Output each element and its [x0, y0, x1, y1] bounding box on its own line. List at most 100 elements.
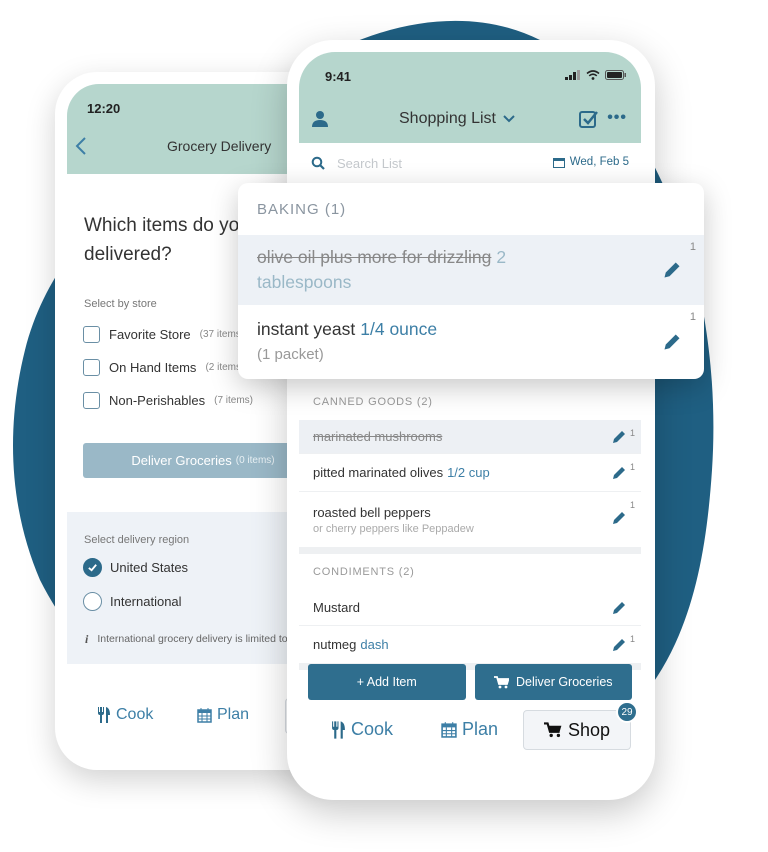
- item-name: pitted marinated olives: [313, 465, 444, 480]
- user-icon[interactable]: [311, 110, 329, 133]
- store-option-non-perishables[interactable]: Non-Perishables (7 items): [83, 392, 253, 409]
- store-option-on-hand[interactable]: On Hand Items (2 items): [83, 359, 244, 376]
- more-icon[interactable]: •••: [607, 109, 627, 127]
- status-time: 12:20: [87, 101, 121, 116]
- signal-icon: [565, 70, 580, 80]
- date-selector[interactable]: Wed, Feb 5: [552, 156, 629, 168]
- search-bar: Wed, Feb 5: [299, 143, 641, 183]
- nav-cook[interactable]: Cook: [97, 706, 153, 724]
- item-text: instant yeast 1/4 ounce: [257, 317, 685, 342]
- store-label: Non-Perishables: [109, 393, 206, 408]
- pencil-icon[interactable]: [611, 600, 627, 616]
- item-text: nutmeg dash: [313, 637, 627, 652]
- nav-plan[interactable]: Plan: [197, 706, 249, 724]
- select-by-store-label: Select by store: [84, 298, 157, 310]
- item-text: marinated mushrooms: [313, 429, 627, 444]
- shopping-list: CANNED GOODS (2) marinated mushrooms 1 p…: [299, 384, 641, 670]
- item-count: 1: [689, 311, 696, 323]
- item-count: 1: [629, 500, 635, 510]
- status-time: 9:41: [325, 69, 352, 84]
- list-item[interactable]: nutmeg dash 1: [299, 626, 641, 664]
- cart-icon: [493, 675, 509, 688]
- list-item[interactable]: roasted bell peppers or cherry peppers l…: [299, 492, 641, 548]
- store-count: (7 items): [214, 395, 254, 406]
- checkbox[interactable]: [83, 359, 100, 376]
- page-title: Grocery Delivery: [167, 138, 272, 154]
- item-qty: 1/4 ounce: [360, 319, 438, 339]
- store-label: Favorite Store: [109, 327, 191, 342]
- status-icons: [565, 70, 627, 80]
- checkbox[interactable]: [83, 392, 100, 409]
- item-name: instant yeast: [257, 319, 356, 339]
- radio-icon[interactable]: [83, 592, 102, 611]
- item-qty: 2: [496, 247, 507, 267]
- deliver-groceries-button[interactable]: Deliver Groceries: [474, 664, 632, 700]
- list-selector[interactable]: Shopping List: [399, 110, 515, 128]
- delivery-region-label: Select delivery region: [84, 534, 190, 546]
- pencil-icon[interactable]: [611, 510, 627, 526]
- chevron-left-icon[interactable]: [75, 136, 87, 160]
- item-count: 1: [629, 462, 635, 472]
- item-text: Mustard: [313, 600, 627, 615]
- item-name: nutmeg: [313, 637, 357, 652]
- nav-plan[interactable]: Plan: [441, 719, 498, 740]
- pencil-icon[interactable]: [611, 429, 627, 445]
- nav-label: Cook: [116, 706, 154, 723]
- list-item[interactable]: instant yeast 1/4 ounce (1 packet) 1: [238, 305, 704, 379]
- wifi-icon: [586, 70, 600, 80]
- pencil-icon[interactable]: [611, 465, 627, 481]
- list-item[interactable]: marinated mushrooms 1: [299, 420, 641, 454]
- battery-icon: [605, 70, 626, 80]
- nav-label: Plan: [217, 706, 250, 723]
- nav-label: Cook: [351, 719, 394, 739]
- bottom-nav: Cook Plan Shop 29: [299, 701, 641, 757]
- chevron-down-icon: [503, 115, 515, 123]
- info-icon: i: [85, 632, 89, 646]
- pencil-icon[interactable]: [611, 637, 627, 653]
- group-header: BAKING (1): [257, 200, 347, 218]
- page-title: Shopping List: [399, 110, 496, 127]
- nav-shop[interactable]: Shop 29: [523, 701, 638, 750]
- utensils-icon: [332, 720, 345, 739]
- pencil-icon[interactable]: [662, 332, 682, 352]
- item-count: 1: [689, 241, 696, 253]
- item-count: 1: [629, 428, 635, 438]
- shopping-list-header: 9:41 Shopping List •••: [299, 52, 641, 143]
- add-item-button[interactable]: + Add Item: [308, 664, 466, 700]
- item-text: olive oil plus more for drizzling 2: [257, 245, 685, 270]
- search-icon: [311, 156, 325, 170]
- checkbox[interactable]: [83, 326, 100, 343]
- item-name: roasted bell peppers: [313, 504, 431, 520]
- item-note: (1 packet): [257, 346, 324, 363]
- add-item-label: + Add Item: [356, 675, 417, 689]
- list-item[interactable]: pitted marinated olives 1/2 cup 1: [299, 454, 641, 492]
- item-name: Mustard: [313, 600, 360, 615]
- item-name: olive oil plus more for drizzling: [257, 247, 492, 267]
- region-option-united-states[interactable]: United States: [83, 558, 188, 577]
- region-label: International: [110, 594, 182, 609]
- list-item[interactable]: olive oil plus more for drizzling 2 table…: [238, 235, 704, 305]
- nav-label: Plan: [462, 719, 499, 739]
- store-label: On Hand Items: [109, 360, 197, 375]
- search-input[interactable]: [337, 155, 517, 171]
- region-option-international[interactable]: International: [83, 592, 182, 611]
- calendar-icon: [552, 157, 565, 168]
- item-count: 1: [629, 634, 635, 644]
- nav-cook[interactable]: Cook: [331, 719, 393, 740]
- item-qty-unit: tablespoons: [257, 272, 352, 292]
- checkbox-icon[interactable]: [579, 110, 599, 133]
- deliver-groceries-label: Deliver Groceries: [515, 675, 613, 689]
- list-actions: + Add Item Deliver Groceries: [308, 664, 632, 700]
- cart-icon: [543, 722, 562, 738]
- baking-group-card: BAKING (1) olive oil plus more for drizz…: [238, 183, 704, 379]
- list-item[interactable]: Mustard: [299, 590, 641, 626]
- group-header: CONDIMENTS (2): [313, 566, 415, 578]
- deliver-groceries-count: (0 items): [235, 455, 275, 466]
- shopping-list-phone: 9:41 Shopping List ••• Wed,: [287, 40, 655, 800]
- region-label: United States: [110, 560, 189, 575]
- item-note: or cherry peppers like Peppadew: [313, 522, 474, 535]
- radio-checked-icon[interactable]: [83, 558, 102, 577]
- store-option-favorite[interactable]: Favorite Store (37 items): [83, 326, 244, 343]
- calendar-icon: [441, 722, 457, 738]
- pencil-icon[interactable]: [662, 260, 682, 280]
